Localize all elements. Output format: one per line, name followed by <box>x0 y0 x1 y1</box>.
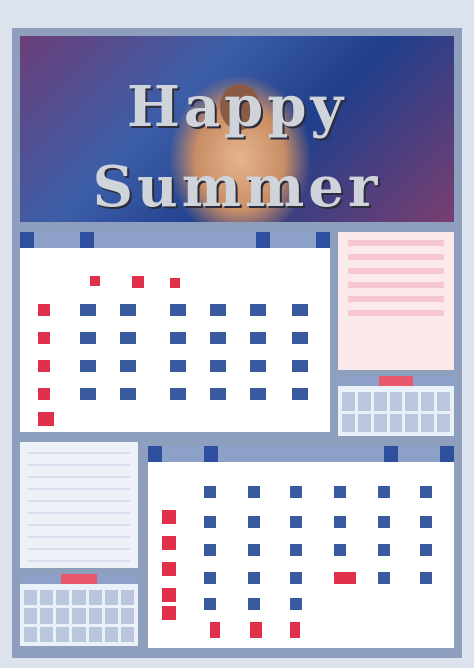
panel-line <box>348 296 444 302</box>
mini-calendar-cells <box>24 590 134 642</box>
panel-line <box>348 254 444 260</box>
panel-line <box>348 268 444 274</box>
day-cells <box>162 486 432 638</box>
mini-calendar-left <box>20 574 138 646</box>
panel-line <box>348 282 444 288</box>
header-title-line2: Summer <box>92 154 382 220</box>
mini-calendar-bar <box>20 574 138 584</box>
mini-calendar-right <box>338 376 454 436</box>
panel-line <box>348 310 444 316</box>
notes-panel <box>20 442 138 568</box>
mini-calendar-bar <box>338 376 454 386</box>
mini-calendar-cells <box>342 392 450 432</box>
panel-line <box>348 240 444 246</box>
header-title-line1: Happy <box>126 74 348 140</box>
calendar-header-image: Happy Summer <box>20 36 454 222</box>
month-block-top <box>20 232 330 432</box>
month-block-bottom <box>148 446 454 648</box>
day-cells <box>38 276 308 426</box>
side-info-panel <box>338 232 454 370</box>
